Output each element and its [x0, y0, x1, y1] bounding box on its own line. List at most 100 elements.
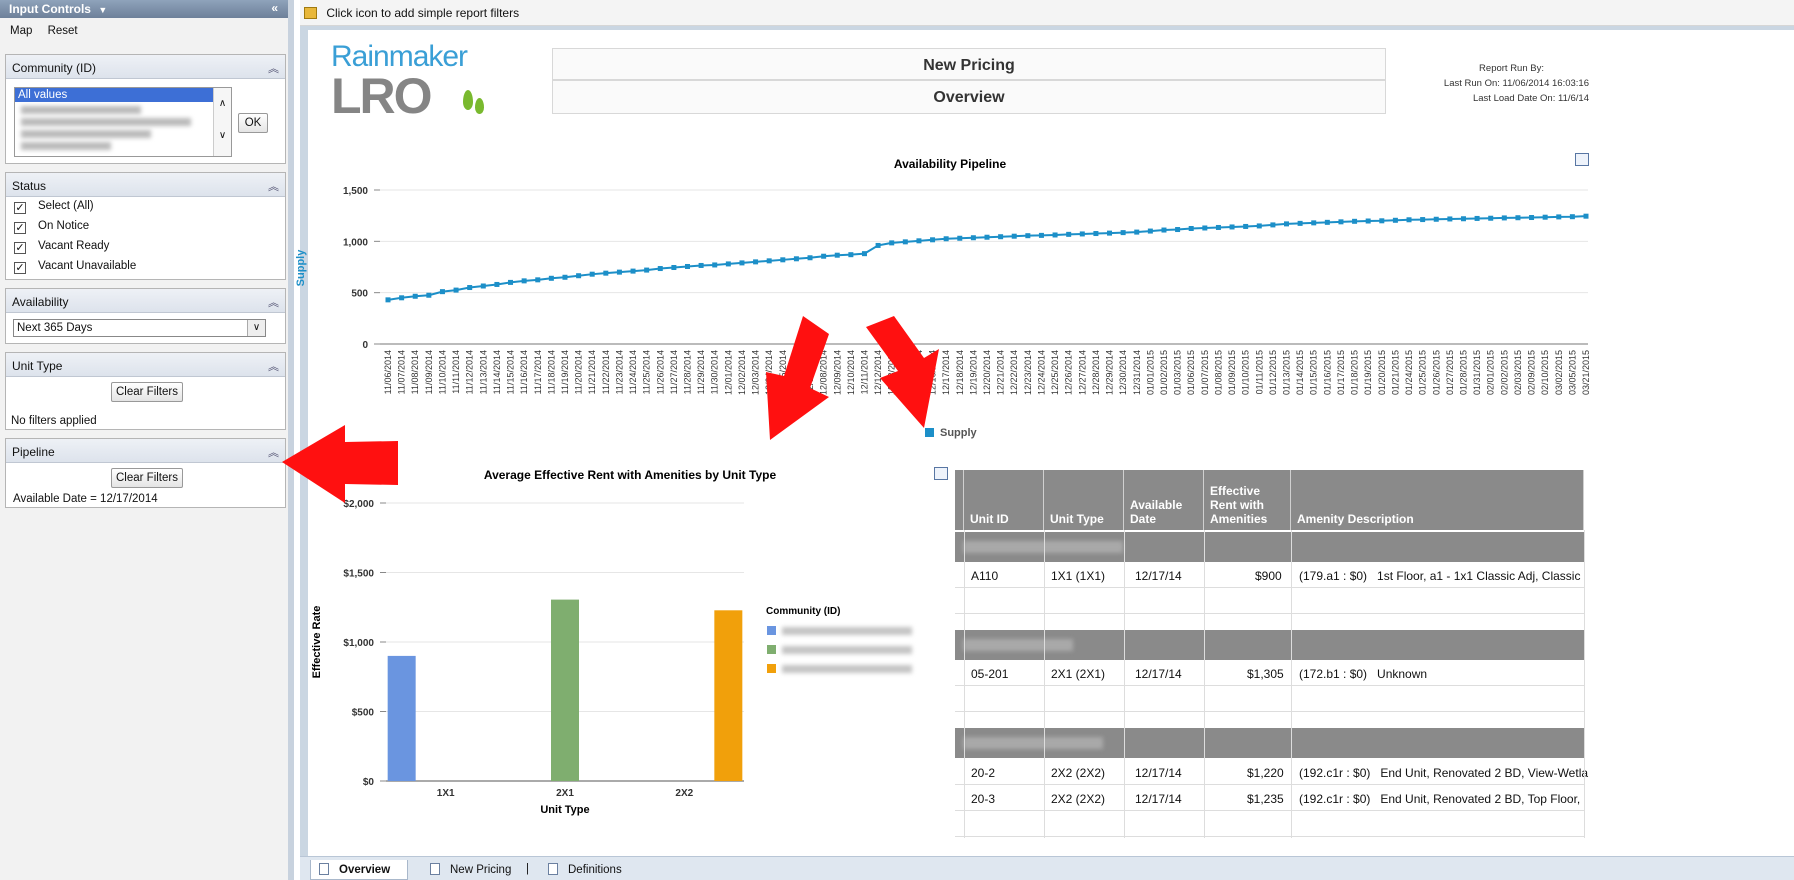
x-tick-label: 01/12/2015 — [1268, 350, 1278, 395]
unit-type-clear-filters-button[interactable]: Clear Filters — [111, 382, 183, 402]
availability-label: Availability — [12, 295, 69, 309]
checkbox-label: Vacant Ready — [38, 240, 110, 252]
x-tick-label: 12/28/2014 — [1091, 350, 1101, 395]
checkmark-icon[interactable]: ✓ — [14, 202, 26, 214]
pipeline-clear-filters-button[interactable]: Clear Filters — [111, 468, 183, 488]
data-point — [930, 237, 936, 243]
checkmark-icon[interactable]: ✓ — [14, 242, 26, 254]
data-point — [644, 267, 650, 273]
y-axis-label: Supply — [295, 249, 307, 287]
map-menu-item[interactable]: Map — [10, 25, 32, 37]
x-tick-label: 12/21/2014 — [996, 350, 1006, 395]
x-tick-label: 02/09/2015 — [1527, 350, 1537, 395]
x-tick-label: 03/21/2015 — [1581, 350, 1591, 395]
data-point — [1107, 230, 1113, 236]
table-row[interactable]: 05-201 2X1 (2X1) 12/17/14 $1,305 (172.b1… — [955, 661, 1584, 686]
listbox-scrollbar[interactable]: ∧ ∨ — [213, 88, 231, 156]
data-point — [1215, 224, 1221, 230]
data-point — [1052, 232, 1058, 238]
data-point — [984, 234, 990, 240]
checkmark-icon[interactable]: ✓ — [14, 222, 26, 234]
tab-new-pricing[interactable]: New Pricing — [422, 860, 519, 880]
data-point — [1447, 216, 1453, 222]
x-tick-label: 12/12/2014 — [873, 350, 883, 395]
x-tick-label: 11/06/2014 — [383, 350, 393, 394]
reset-menu-item[interactable]: Reset — [48, 25, 78, 37]
scroll-up-icon[interactable]: ∧ — [214, 88, 231, 120]
x-tick-label: 12/16/2014 — [928, 350, 938, 395]
unit-type-panel: Unit Type ︽ Clear Filters No filters appl… — [5, 352, 286, 430]
community-listbox[interactable]: All values ∧ ∨ — [14, 87, 232, 157]
run-info-box: Report Run By: Last Run On: 11/06/2014 1… — [1388, 58, 1592, 108]
x-tick-label: 11/16/2014 — [519, 350, 529, 394]
status-checkbox-vacant-ready[interactable]: ✓ Vacant Ready — [6, 237, 285, 257]
series-line — [387, 215, 1587, 301]
table-row[interactable]: A110 1X1 (1X1) 12/17/14 $900 (179.a1 : $… — [955, 563, 1584, 588]
x-tick-label: 11/19/2014 — [560, 350, 570, 394]
collapse-sidebar-icon[interactable]: « — [271, 1, 278, 15]
water-drop-icon — [475, 98, 484, 114]
column-header-amenity-description[interactable]: Amenity Description — [1291, 470, 1584, 530]
table-row[interactable]: 20-3 2X2 (2X2) 12/17/14 $1,235 (192.c1r … — [955, 786, 1584, 811]
data-point — [725, 261, 731, 267]
x-tick-label: 01/27/2015 — [1445, 350, 1455, 395]
collapse-up-icon[interactable]: ︽ — [268, 60, 279, 76]
data-point — [1501, 215, 1507, 221]
x-tick-label: 12/25/2014 — [1050, 350, 1060, 395]
data-point — [1420, 217, 1426, 223]
x-tick-label: 01/31/2015 — [1472, 350, 1482, 395]
tab-definitions[interactable]: Definitions — [540, 860, 630, 880]
status-checkbox-on-notice[interactable]: ✓ On Notice — [6, 217, 285, 237]
chevron-down-icon[interactable]: ∨ — [247, 320, 265, 336]
x-tick-label: 12/13/2014 — [887, 350, 897, 395]
scroll-down-icon[interactable]: ∨ — [214, 120, 231, 152]
data-point — [508, 279, 514, 285]
collapse-up-icon[interactable]: ︽ — [268, 358, 279, 374]
x-tick-label: 12/07/2014 — [805, 350, 815, 395]
x-tick-label: 01/02/2015 — [1159, 350, 1169, 395]
column-header-unit-type[interactable]: Unit Type — [1044, 470, 1124, 530]
collapse-up-icon[interactable]: ︽ — [268, 178, 279, 194]
x-tick-label: 01/15/2015 — [1309, 350, 1319, 395]
dropdown-arrow-icon[interactable]: ▼ — [98, 5, 107, 15]
bar — [387, 655, 416, 781]
collapse-up-icon[interactable]: ︽ — [268, 444, 279, 460]
x-tick-label: 12/29/2014 — [1105, 350, 1115, 395]
status-checkbox-select-all[interactable]: ✓ Select (All) — [6, 197, 285, 217]
legend-label-blurred — [782, 646, 912, 654]
x-tick-label: 11/13/2014 — [478, 350, 488, 394]
data-point — [1297, 220, 1303, 226]
x-tick-label: 01/01/2015 — [1145, 350, 1155, 395]
availability-select[interactable]: Next 365 Days ∨ — [13, 319, 266, 337]
ok-button[interactable]: OK — [238, 113, 268, 133]
column-header-unit-id[interactable]: Unit ID — [964, 470, 1044, 530]
x-tick-label: 12/10/2014 — [846, 350, 856, 395]
y-tick-label: $1,000 — [343, 638, 374, 649]
tab-overview[interactable]: Overview — [310, 860, 408, 880]
filter-icon[interactable] — [304, 7, 317, 19]
sidebar-title[interactable]: Input Controls ▼ « — [0, 0, 288, 18]
x-tick-label: 01/24/2015 — [1404, 350, 1414, 395]
column-header-effective-rent[interactable]: Effective Rent with Amenities — [1204, 470, 1291, 530]
x-tick-label: 11/12/2014 — [465, 350, 475, 394]
chart-options-icon[interactable] — [1575, 153, 1589, 166]
data-point — [821, 253, 827, 259]
data-point — [1161, 227, 1167, 233]
data-point — [1460, 216, 1466, 222]
x-tick-label: 11/23/2014 — [614, 350, 624, 394]
x-tick-label: 11/24/2014 — [628, 350, 638, 394]
data-point — [630, 268, 636, 274]
collapse-up-icon[interactable]: ︽ — [268, 294, 279, 310]
x-tick-label: 12/31/2014 — [1132, 350, 1142, 395]
community-option-all[interactable]: All values — [15, 88, 213, 102]
column-header-available-date[interactable]: Available Date — [1124, 470, 1204, 530]
table-row[interactable]: 20-2 2X2 (2X2) 12/17/14 $1,220 (192.c1r … — [955, 760, 1588, 785]
x-tick-label: 11/20/2014 — [574, 350, 584, 394]
last-run: Last Run On: 11/06/2014 16:03:16 — [1443, 78, 1589, 89]
status-checkbox-vacant-unavailable[interactable]: ✓ Vacant Unavailable — [6, 257, 285, 277]
x-tick-label: 01/28/2015 — [1458, 350, 1468, 395]
chart-options-icon[interactable] — [934, 467, 948, 480]
legend-marker — [767, 664, 776, 673]
data-point — [753, 259, 759, 265]
checkmark-icon[interactable]: ✓ — [14, 262, 26, 274]
